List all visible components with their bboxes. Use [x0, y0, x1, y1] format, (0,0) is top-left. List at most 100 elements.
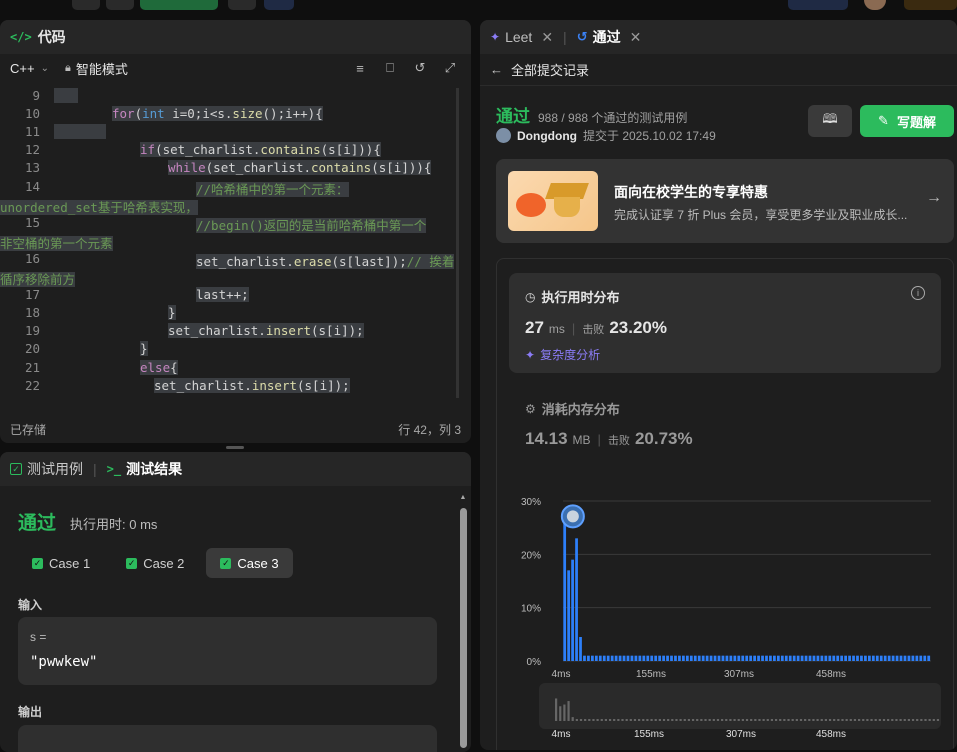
chart-bar[interactable]: [796, 655, 800, 661]
chart-bar[interactable]: [780, 655, 784, 661]
avatar[interactable]: [864, 0, 886, 10]
editor-scrollbar[interactable]: [456, 88, 459, 398]
chart-bar[interactable]: [626, 655, 630, 661]
memory-card[interactable]: ⚙ 消耗内存分布 14.13 MB | 击败 20.73%: [509, 387, 941, 467]
chart-bar[interactable]: [598, 655, 602, 661]
chart-bar[interactable]: [650, 655, 654, 661]
top-button[interactable]: [264, 0, 294, 10]
chart-bar[interactable]: [812, 655, 816, 661]
avatar[interactable]: [496, 128, 511, 143]
chart-bar[interactable]: [622, 655, 626, 661]
chart-bar[interactable]: [800, 655, 804, 661]
chart-bar[interactable]: [689, 655, 693, 661]
premium-button[interactable]: [904, 0, 957, 10]
output-box[interactable]: [18, 725, 437, 752]
chart-bar[interactable]: [678, 655, 681, 661]
chart-bar[interactable]: [729, 655, 733, 661]
chart-bar[interactable]: [840, 655, 844, 661]
chart-bar[interactable]: [816, 655, 820, 661]
chart-bar[interactable]: [705, 655, 709, 661]
chart-bar[interactable]: [737, 655, 741, 661]
tab-test-result[interactable]: >_ 测试结果: [107, 459, 182, 479]
chart-bar[interactable]: [867, 655, 871, 661]
chart-bar[interactable]: [844, 655, 848, 661]
chart-bar[interactable]: [666, 655, 669, 661]
chart-bar[interactable]: [915, 655, 919, 661]
notes-button[interactable]: 🕮︎: [808, 105, 852, 137]
tab-pass[interactable]: ↺ 通过 ✕: [577, 27, 642, 47]
expand-icon[interactable]: ⤢: [439, 60, 461, 76]
mode-toggle[interactable]: 🔒︎ 智能模式: [65, 59, 128, 78]
chart-bar[interactable]: [745, 655, 749, 661]
chart-bar[interactable]: [792, 655, 796, 661]
chart-bar[interactable]: [769, 655, 772, 661]
chart-bar[interactable]: [864, 655, 867, 661]
chart-bar[interactable]: [602, 655, 606, 661]
runtime-distribution-chart[interactable]: 30% 20% 10% 0% 4ms 155ms 307ms 458ms 4ms 155ms 307…: [497, 489, 955, 749]
complexity-analysis-link[interactable]: ✦ 复杂度分析: [525, 346, 600, 363]
close-icon[interactable]: ✕: [541, 29, 553, 46]
chart-bar[interactable]: [610, 655, 614, 661]
chart-bar[interactable]: [697, 655, 701, 661]
chart-bar[interactable]: [583, 655, 586, 661]
chart-bar[interactable]: [852, 655, 855, 661]
bookmark-icon[interactable]: ⎕: [379, 60, 401, 76]
chart-bar[interactable]: [701, 655, 705, 661]
top-button[interactable]: [228, 0, 256, 10]
chart-bar[interactable]: [836, 655, 840, 661]
chart-bar[interactable]: [875, 655, 879, 661]
chart-bar[interactable]: [594, 655, 598, 661]
chart-bar[interactable]: [927, 655, 931, 661]
chart-bar[interactable]: [887, 655, 891, 661]
case-tab-3[interactable]: ✓ Case 3: [206, 548, 293, 578]
chart-bar[interactable]: [682, 655, 685, 661]
chart-bar[interactable]: [860, 655, 863, 661]
chart-bar[interactable]: [776, 655, 780, 661]
chart-bar[interactable]: [895, 655, 899, 661]
chart-bar[interactable]: [741, 655, 745, 661]
reset-icon[interactable]: ↺: [409, 60, 431, 76]
chart-bar[interactable]: [883, 655, 887, 661]
tab-leet[interactable]: ✦ Leet ✕: [490, 29, 553, 46]
scroll-up-icon[interactable]: ▲: [459, 494, 467, 502]
chart-bar[interactable]: [757, 655, 760, 661]
chart-bar[interactable]: [848, 655, 851, 661]
panel-splitter[interactable]: [226, 446, 244, 449]
scrollbar-thumb[interactable]: [460, 508, 467, 748]
chart-bar[interactable]: [773, 655, 776, 661]
chart-bar[interactable]: [919, 655, 923, 661]
chart-bar[interactable]: [824, 655, 828, 661]
chart-bar[interactable]: [654, 655, 658, 661]
chart-bar[interactable]: [907, 655, 911, 661]
chart-bar[interactable]: [804, 655, 808, 661]
chart-bar[interactable]: [662, 655, 665, 661]
chart-bar[interactable]: [642, 655, 646, 661]
chart-bar[interactable]: [828, 655, 832, 661]
case-tab-1[interactable]: ✓ Case 1: [18, 548, 104, 578]
promo-banner[interactable]: 面向在校学生的专享特惠 完成认证享 7 折 Plus 会员，享受更多学业及职业成…: [496, 159, 954, 243]
chart-bar[interactable]: [563, 522, 567, 661]
chart-bar[interactable]: [614, 655, 618, 661]
chart-bar[interactable]: [911, 655, 915, 661]
tab-test-cases[interactable]: ✓ 测试用例: [10, 459, 83, 479]
write-solution-button[interactable]: ✎ 写题解: [860, 105, 954, 137]
back-bar[interactable]: ← 全部提交记录: [480, 54, 957, 86]
input-box[interactable]: s = "pwwkew": [18, 617, 437, 685]
chart-bar[interactable]: [879, 655, 883, 661]
case-tab-2[interactable]: ✓ Case 2: [112, 548, 198, 578]
chart-bar[interactable]: [856, 655, 859, 661]
chart-bar[interactable]: [618, 655, 622, 661]
chart-minimap[interactable]: [539, 683, 941, 729]
chart-bar[interactable]: [784, 655, 788, 661]
chart-bar[interactable]: [899, 655, 903, 661]
chart-bar[interactable]: [567, 570, 571, 661]
chart-bar[interactable]: [717, 655, 721, 661]
result-scrollbar[interactable]: ▲: [459, 494, 467, 752]
chart-bar[interactable]: [634, 655, 638, 661]
chart-bar[interactable]: [709, 655, 713, 661]
chart-bar[interactable]: [765, 655, 768, 661]
top-button[interactable]: [106, 0, 134, 10]
language-select[interactable]: C++ ⌄: [10, 61, 49, 76]
chart-bar[interactable]: [725, 655, 729, 661]
chart-bar[interactable]: [630, 655, 634, 661]
